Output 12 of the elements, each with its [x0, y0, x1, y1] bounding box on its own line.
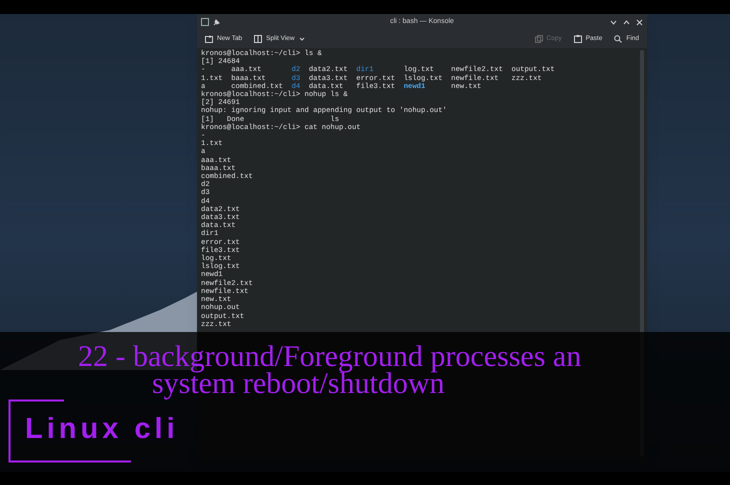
split-view-icon [254, 35, 262, 43]
new-tab-icon [205, 35, 213, 43]
paste-icon [574, 35, 582, 43]
search-icon [614, 35, 622, 43]
terminal-app-icon[interactable] [201, 18, 209, 26]
video-title: 22 - background/Foreground processes an [78, 342, 582, 372]
minimize-icon[interactable] [610, 18, 617, 26]
copy-icon [534, 35, 543, 43]
close-icon[interactable] [636, 18, 643, 26]
channel-logo: Linux cli [25, 413, 179, 445]
maximize-icon[interactable] [623, 18, 630, 26]
pin-icon[interactable] [213, 18, 220, 26]
